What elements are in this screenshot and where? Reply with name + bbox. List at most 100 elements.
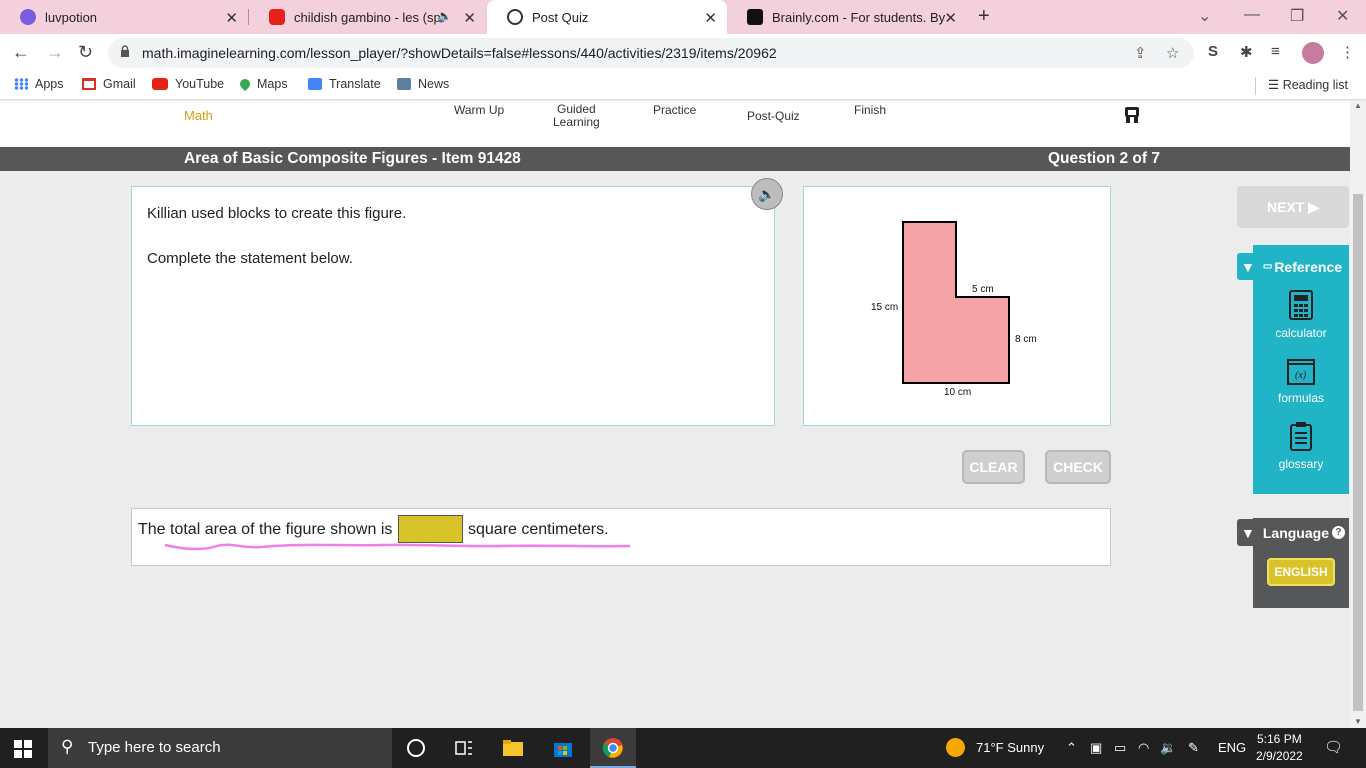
glossary-label: glossary [1278,457,1324,471]
close-icon[interactable]: ✕ [463,9,476,27]
label-left: 15 cm [871,302,898,313]
calculator-tool[interactable]: calculator [1253,290,1349,340]
formulas-label: formulas [1277,391,1324,405]
step-practice[interactable]: Practice [653,103,696,117]
question-panel: Killian used blocks to create this figur… [131,186,775,426]
reference-title: Reference [1274,258,1343,275]
weather-sun-icon [946,738,965,757]
notifications-icon[interactable]: 🗨 [1324,738,1343,756]
bookmark-translate[interactable]: Translate [308,77,381,91]
bookmark-maps[interactable]: Maps [237,76,288,92]
new-tab-icon[interactable]: + [978,5,990,28]
input-language[interactable]: ENG [1218,740,1246,755]
close-icon[interactable]: ✕ [944,9,957,27]
clear-button[interactable]: CLEAR [962,450,1025,484]
close-icon[interactable]: ✕ [704,9,717,27]
media-control-icon[interactable]: ≡ [1271,43,1280,60]
audio-button[interactable]: 🔊 [751,178,783,210]
tab-favicon-icon [20,9,36,25]
volume-icon[interactable]: 🔉 [1160,740,1176,756]
lesson-page: Math Warm Up Guided Learning Practice Po… [0,101,1350,728]
brand-label: Math [184,108,213,123]
scroll-down-icon[interactable]: ▼ [1354,717,1362,726]
bookmark-label: News [418,77,450,91]
next-button[interactable]: NEXT ▶ [1237,186,1349,228]
address-bar[interactable]: math.imaginelearning.com/lesson_player/?… [108,38,1194,68]
bookmark-news[interactable]: News [397,77,449,91]
page-scrollbar[interactable]: ▲ ▼ [1350,101,1366,728]
tab-childish-gambino[interactable]: childish gambino - les (sped 🔈 ✕ [249,0,486,34]
bookmarks-bar: Apps Gmail YouTube Maps Translate News ☰… [0,72,1366,100]
task-view-icon[interactable] [453,737,475,759]
window-close-icon[interactable]: ✕ [1336,6,1349,26]
puzzle-icon[interactable]: ✱ [1240,43,1253,61]
extension-s-icon[interactable]: S [1208,43,1218,60]
check-button[interactable]: CHECK [1045,450,1111,484]
english-button[interactable]: ENGLISH [1267,558,1335,586]
meet-now-icon[interactable]: ▣ [1090,740,1102,756]
bookmark-youtube[interactable]: YouTube [152,77,224,91]
windows-start-icon[interactable] [14,740,32,758]
svg-text:(x): (x) [1295,370,1307,381]
formulas-tool[interactable]: (x) formulas [1253,359,1349,405]
avatar[interactable] [1302,42,1324,64]
menu-icon[interactable]: ⋮ [1340,43,1355,61]
chrome-taskbar-button[interactable] [590,728,636,768]
calculator-icon [1289,290,1313,320]
store-icon[interactable] [552,737,574,759]
globe-icon [507,9,523,25]
bookmark-gmail[interactable]: Gmail [82,77,136,91]
close-icon[interactable]: ✕ [225,9,238,27]
share-icon[interactable]: ⇪ [1134,44,1147,62]
reading-list-label: Reading list [1282,78,1349,92]
question-text: Killian used blocks to create this figur… [147,205,407,222]
back-icon[interactable]: ← [12,42,30,63]
tab-search-icon[interactable]: ⌄ [1198,6,1211,26]
language-toggle[interactable]: ▼ Language ? [1237,519,1349,546]
glossary-tool[interactable]: glossary [1253,421,1349,471]
bookmark-label: Apps [35,77,64,91]
search-placeholder: Type here to search [88,739,221,756]
bookmark-label: Gmail [103,77,136,91]
bookmark-apps[interactable]: Apps [14,77,64,91]
lock-icon [121,45,129,57]
tab-brainly[interactable]: Brainly.com - For students. By stu ✕ [727,0,967,34]
step-warm-up[interactable]: Warm Up [454,103,504,117]
bookmark-label: YouTube [175,77,225,91]
step-guided-learning[interactable]: Guided Learning [553,103,600,129]
taskbar-search[interactable]: ⚲ Type here to search [48,728,392,768]
tab-label: Brainly.com - For students. By stu [772,9,947,25]
cortana-icon[interactable] [405,737,427,759]
system-clock[interactable]: 5:16 PM 2/9/2022 [1256,731,1303,765]
question-instruction: Complete the statement below. [147,250,353,267]
scroll-up-icon[interactable]: ▲ [1354,101,1362,110]
pen-icon[interactable]: ✎ [1188,740,1199,756]
tab-luvpotion[interactable]: luvpotion ✕ [0,0,248,34]
restore-icon[interactable]: ❐ [1290,6,1304,26]
reading-list-button[interactable]: ☰ Reading list [1268,77,1348,92]
triangle-down-icon: ▼ [1241,258,1255,275]
forward-icon[interactable]: → [46,42,64,63]
clock-time: 5:16 PM [1257,732,1302,746]
reference-toggle[interactable]: ▼ ▭ Reference [1237,253,1349,280]
language-title: Language [1262,524,1329,541]
calculator-label: calculator [1275,326,1327,340]
url-text: math.imaginelearning.com/lesson_player/?… [142,45,777,61]
search-icon: ⚲ [61,737,74,756]
step-finish[interactable]: Finish [854,103,886,117]
apps-grid-icon [14,78,28,90]
help-icon[interactable]: ? [1331,526,1345,539]
battery-icon[interactable]: ▭ [1114,740,1126,756]
scrollbar-thumb[interactable] [1353,194,1363,711]
file-explorer-icon[interactable] [502,737,524,759]
weather-text[interactable]: 71°F Sunny [976,740,1044,755]
reload-icon[interactable]: ↻ [78,42,93,63]
lesson-steps-bar: Math Warm Up Guided Learning Practice Po… [0,101,1350,147]
bookmark-star-icon[interactable]: ☆ [1166,44,1179,62]
tab-post-quiz[interactable]: Post Quiz ✕ [487,0,727,34]
speaker-icon[interactable]: 🔈 [437,9,452,23]
tray-expand-icon[interactable]: ⌃ [1066,740,1077,756]
step-post-quiz[interactable]: Post-Quiz [747,109,800,123]
minimize-icon[interactable]: — [1244,6,1260,24]
wifi-icon[interactable]: ◠ [1138,740,1149,756]
